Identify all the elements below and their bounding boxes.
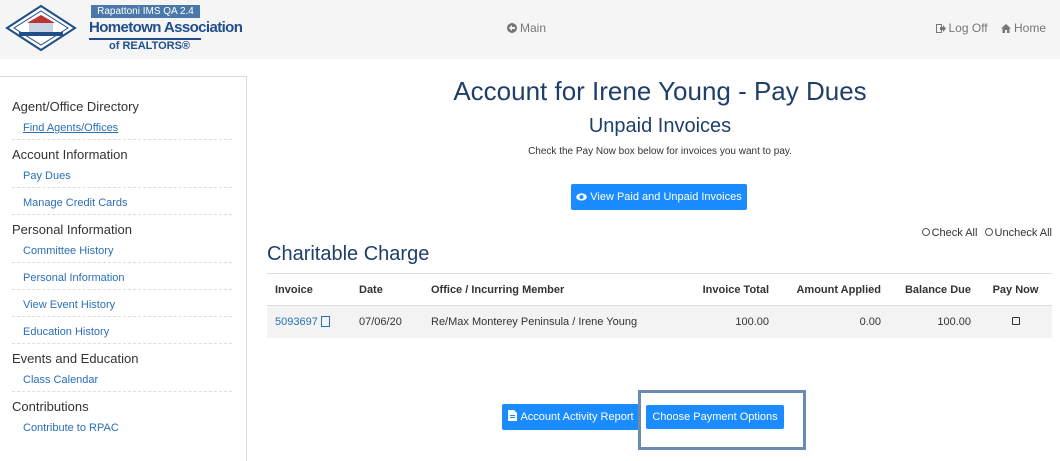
pay-now-checkbox[interactable] xyxy=(1011,316,1020,325)
col-invoice-total: Invoice Total xyxy=(675,273,777,306)
choose-payment-options-button[interactable]: Choose Payment Options xyxy=(646,405,784,429)
balance-due-cell: 100.00 xyxy=(889,305,979,338)
invoice-cell: 5093697 xyxy=(267,305,351,338)
sidebar: Agent/Office Directory Find Agents/Offic… xyxy=(0,76,247,461)
sidebar-item-committee-history[interactable]: Committee History xyxy=(23,240,246,262)
eye-icon xyxy=(576,193,588,201)
home-link[interactable]: Home xyxy=(1000,21,1046,35)
main-link[interactable]: Main xyxy=(507,21,546,35)
sidebar-item-find-agents[interactable]: Find Agents/Offices xyxy=(23,117,246,139)
top-right-nav: Log Off Home xyxy=(926,21,1046,35)
file-icon xyxy=(508,410,518,421)
date-cell: 07/06/20 xyxy=(351,305,423,338)
check-all-option[interactable]: Check All xyxy=(921,227,978,239)
instruction-text: Check the Pay Now box below for invoices… xyxy=(528,146,792,157)
sidebar-item-credit-cards[interactable]: Manage Credit Cards xyxy=(23,192,246,214)
table-row: 5093697 07/06/20 Re/Max Monterey Peninsu… xyxy=(267,305,1052,338)
report-label: Account Activity Report xyxy=(520,411,634,423)
sidebar-divider xyxy=(12,289,232,290)
sidebar-heading-account: Account Information xyxy=(12,147,128,162)
table-header-row: Invoice Date Office / Incurring Member I… xyxy=(267,273,1052,306)
logoff-label: Log Off xyxy=(948,21,988,35)
sidebar-item-education-history[interactable]: Education History xyxy=(23,321,246,343)
col-invoice: Invoice xyxy=(267,273,351,306)
col-date: Date xyxy=(351,273,423,306)
sidebar-item-personal-information[interactable]: Personal Information xyxy=(23,267,246,289)
logo-diamond-icon xyxy=(5,4,77,52)
sidebar-item-event-history[interactable]: View Event History xyxy=(23,294,246,316)
main-label: Main xyxy=(520,21,547,35)
uncheck-all-option[interactable]: Uncheck All xyxy=(984,227,1052,239)
account-activity-report-button[interactable]: Account Activity Report xyxy=(502,404,640,430)
col-office: Office / Incurring Member xyxy=(423,273,675,306)
amount-applied-cell: 0.00 xyxy=(777,305,889,338)
check-controls: Check All Uncheck All xyxy=(921,227,1052,239)
version-tag: Rapattoni IMS QA 2.4 xyxy=(91,5,200,18)
sidebar-heading-directory: Agent/Office Directory xyxy=(12,99,139,114)
sidebar-item-rpac[interactable]: Contribute to RPAC xyxy=(23,417,246,439)
invoice-link[interactable]: 5093697 xyxy=(275,316,318,328)
invoice-total-cell: 100.00 xyxy=(675,305,777,338)
association-logo[interactable]: Rapattoni IMS QA 2.4 Hometown Associatio… xyxy=(5,4,243,54)
arrow-circle-icon xyxy=(507,23,517,33)
view-invoices-button[interactable]: View Paid and Unpaid Invoices xyxy=(571,184,747,210)
radio-icon xyxy=(984,228,993,236)
sidebar-item-pay-dues[interactable]: Pay Dues xyxy=(23,165,246,187)
page-title: Account for Irene Young - Pay Dues xyxy=(453,76,867,106)
page-subtitle: Unpaid Invoices xyxy=(588,115,732,137)
col-balance-due: Balance Due xyxy=(889,273,979,306)
sidebar-item-class-calendar[interactable]: Class Calendar xyxy=(23,369,246,391)
home-label: Home xyxy=(1013,21,1046,35)
office-cell: Re/Max Monterey Peninsula / Irene Young xyxy=(423,305,675,338)
uncheck-all-label: Uncheck All xyxy=(994,227,1052,239)
logo-title: Hometown Association xyxy=(89,18,243,40)
sidebar-heading-events: Events and Education xyxy=(12,351,139,366)
sidebar-divider xyxy=(12,187,232,188)
col-amount-applied: Amount Applied xyxy=(777,273,889,306)
sidebar-heading-personal: Personal Information xyxy=(12,222,132,237)
sign-out-icon xyxy=(935,24,946,33)
home-icon xyxy=(1000,24,1011,33)
sidebar-divider xyxy=(12,262,232,263)
col-pay-now: Pay Now xyxy=(979,273,1052,306)
radio-icon xyxy=(921,228,930,236)
logoff-link[interactable]: Log Off xyxy=(935,21,991,35)
top-header: Rapattoni IMS QA 2.4 Hometown Associatio… xyxy=(0,0,1060,59)
view-invoices-label: View Paid and Unpaid Invoices xyxy=(590,191,742,203)
sidebar-divider xyxy=(12,316,232,317)
pay-now-cell xyxy=(979,305,1052,338)
pdf-icon[interactable] xyxy=(320,315,330,327)
check-all-label: Check All xyxy=(931,227,978,239)
invoice-table: Invoice Date Office / Incurring Member I… xyxy=(267,273,1052,338)
section-title: Charitable Charge xyxy=(267,243,430,265)
sidebar-heading-contributions: Contributions xyxy=(12,399,89,414)
logo-subtitle: of REALTORS® xyxy=(109,40,191,52)
